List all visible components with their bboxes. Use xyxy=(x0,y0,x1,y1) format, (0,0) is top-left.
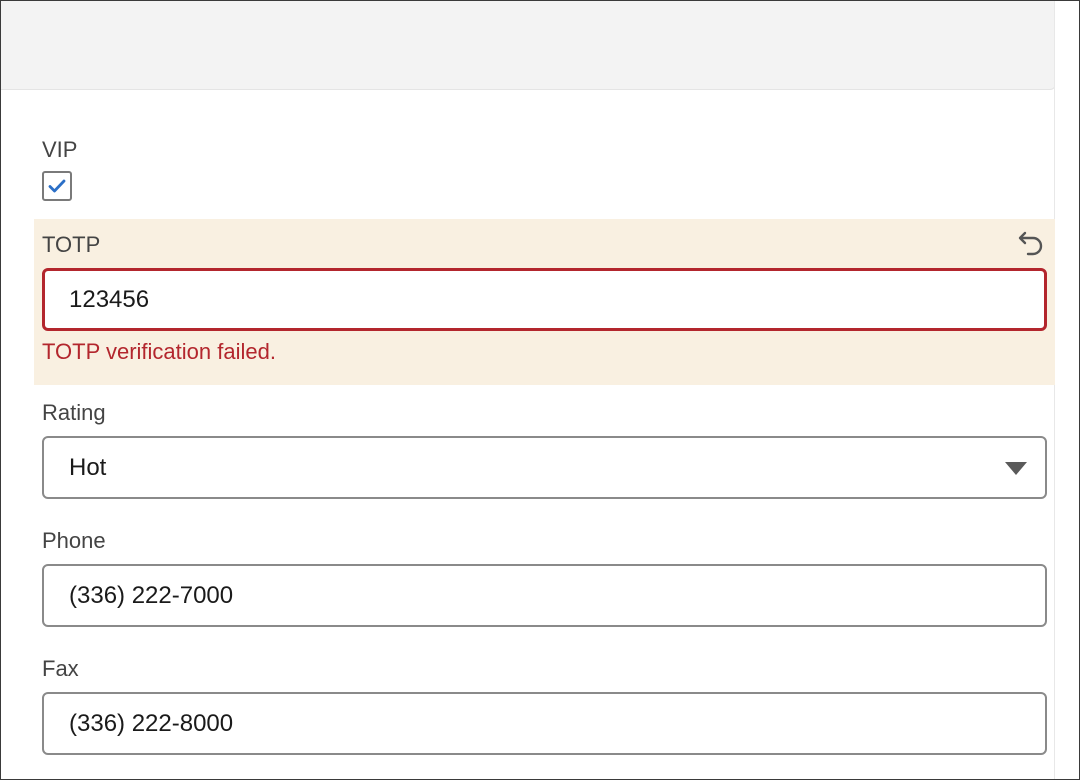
fax-label: Fax xyxy=(42,656,79,681)
phone-label: Phone xyxy=(42,528,106,553)
chevron-down-icon xyxy=(1005,462,1027,475)
fax-value: (336) 222-8000 xyxy=(69,709,234,737)
scrollbar-track[interactable] xyxy=(1054,1,1079,779)
form-panel: VIP TOTP 123456 TOTP verification failed… xyxy=(0,0,1080,780)
undo-icon[interactable] xyxy=(1016,229,1046,257)
totp-value: 123456 xyxy=(69,285,150,313)
rating-select[interactable]: Hot xyxy=(42,436,1047,499)
checkmark-icon xyxy=(48,179,66,193)
fax-field[interactable]: (336) 222-8000 xyxy=(42,692,1047,755)
vip-checkbox[interactable] xyxy=(42,171,72,201)
totp-input[interactable]: 123456 xyxy=(42,268,1047,331)
phone-field[interactable]: (336) 222-7000 xyxy=(42,564,1047,627)
rating-label: Rating xyxy=(42,400,106,425)
phone-value: (336) 222-7000 xyxy=(69,581,234,609)
totp-error-message: TOTP verification failed. xyxy=(42,339,276,364)
totp-label: TOTP xyxy=(42,232,101,257)
rating-value: Hot xyxy=(69,453,107,481)
vip-label: VIP xyxy=(42,137,78,162)
header-band xyxy=(1,1,1056,90)
